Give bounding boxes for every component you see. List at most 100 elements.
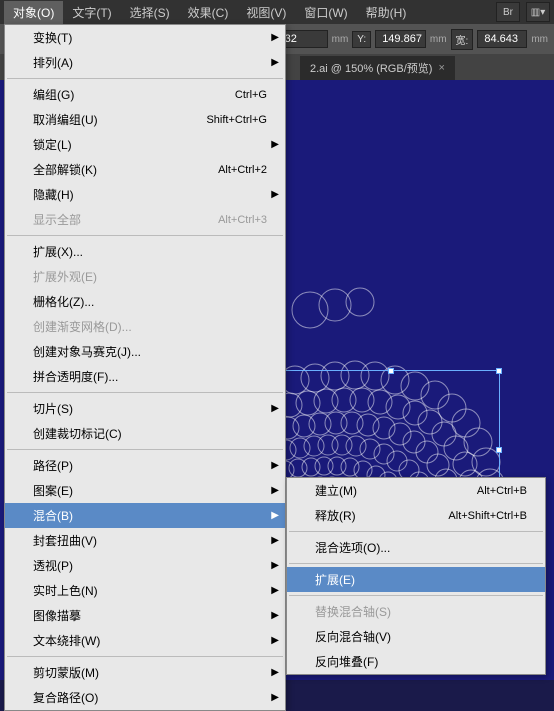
blend-submenu-item-0[interactable]: 建立(M) Alt+Ctrl+B: [287, 478, 545, 503]
chevron-right-icon: ▶: [271, 32, 279, 43]
menu-separator: [7, 78, 283, 79]
menu-item-label: 剪切蒙版(M): [33, 664, 99, 681]
chevron-right-icon: ▶: [271, 585, 279, 596]
bridge-button[interactable]: Br: [496, 2, 520, 22]
y-value[interactable]: 149.867: [375, 30, 426, 48]
chevron-right-icon: ▶: [271, 460, 279, 471]
object-menu-item-3[interactable]: 编组(G) Ctrl+G: [5, 82, 285, 107]
object-menu-item-26[interactable]: 图像描摹▶: [5, 603, 285, 628]
menu-shortcut: Shift+Ctrl+G: [206, 114, 267, 126]
menu-item-label: 取消编组(U): [33, 111, 98, 128]
object-menu-item-17[interactable]: 切片(S)▶: [5, 396, 285, 421]
chevron-right-icon: ▶: [271, 485, 279, 496]
menu-item-label: 创建裁切标记(C): [33, 425, 122, 442]
menu-item-label: 实时上色(N): [33, 582, 98, 599]
object-menu-item-27[interactable]: 文本绕排(W)▶: [5, 628, 285, 653]
menu-item-label: 显示全部: [33, 211, 81, 228]
object-menu-item-18[interactable]: 创建裁切标记(C): [5, 421, 285, 446]
blend-submenu-item-9[interactable]: 反向堆叠(F): [287, 649, 545, 674]
menu-item-label: 创建渐变网格(D)...: [33, 318, 132, 335]
menu-item-label: 拼合透明度(F)...: [33, 368, 118, 385]
chevron-right-icon: ▶: [271, 635, 279, 646]
menu-shortcut: Alt+Ctrl+B: [477, 485, 527, 497]
menu-item-label: 扩展(X)...: [33, 243, 83, 260]
menu-item-label: 锁定(L): [33, 136, 72, 153]
object-menu-item-6[interactable]: 全部解锁(K)Alt+Ctrl+2: [5, 157, 285, 182]
tab-active[interactable]: 2.ai @ 150% (RGB/预览) ×: [300, 56, 455, 80]
menu-item-label: 编组(G): [33, 86, 74, 103]
object-menu-item-11: 扩展外观(E): [5, 264, 285, 289]
object-menu-item-23[interactable]: 封套扭曲(V) ▶: [5, 528, 285, 553]
object-menu-item-7[interactable]: 隐藏(H) ▶: [5, 182, 285, 207]
y-unit: mm: [430, 34, 447, 45]
menu-item-label: 变换(T): [33, 29, 72, 46]
menu-object[interactable]: 对象(O): [4, 1, 63, 24]
chevron-right-icon: ▶: [271, 667, 279, 678]
object-menu-item-10[interactable]: 扩展(X)...: [5, 239, 285, 264]
object-menu-item-15[interactable]: 拼合透明度(F)...: [5, 364, 285, 389]
blend-submenu-item-1[interactable]: 释放(R) Alt+Shift+Ctrl+B: [287, 503, 545, 528]
menu-item-label: 透视(P): [33, 557, 73, 574]
menu-separator: [289, 563, 543, 564]
menu-shortcut: Ctrl+G: [235, 89, 267, 101]
y-label: Y:: [352, 31, 371, 48]
menu-separator: [7, 656, 283, 657]
object-menu-item-5[interactable]: 锁定(L) ▶: [5, 132, 285, 157]
object-menu-item-8: 显示全部 Alt+Ctrl+3: [5, 207, 285, 232]
menu-shortcut: Alt+Ctrl+2: [218, 164, 267, 176]
blend-submenu: 建立(M) Alt+Ctrl+B 释放(R) Alt+Shift+Ctrl+B 混合选项…: [286, 477, 546, 675]
menu-shortcut: Alt+Shift+Ctrl+B: [448, 510, 527, 522]
x-unit: mm: [332, 34, 349, 45]
chevron-right-icon: ▶: [271, 403, 279, 414]
blend-submenu-item-5[interactable]: 扩展(E): [287, 567, 545, 592]
menu-item-label: 创建对象马赛克(J)...: [33, 343, 141, 360]
object-menu-item-29[interactable]: 剪切蒙版(M) ▶: [5, 660, 285, 685]
menu-item-label: 替换混合轴(S): [315, 603, 391, 620]
w-value[interactable]: 84.643: [477, 30, 527, 48]
chevron-right-icon: ▶: [271, 692, 279, 703]
handle-tr[interactable]: [496, 368, 502, 374]
object-menu-item-21[interactable]: 图案(E) ▶: [5, 478, 285, 503]
object-menu-item-1[interactable]: 排列(A) ▶: [5, 50, 285, 75]
object-menu-item-14[interactable]: 创建对象马赛克(J)...: [5, 339, 285, 364]
menu-item-label: 封套扭曲(V): [33, 532, 97, 549]
menu-item-label: 图案(E): [33, 482, 73, 499]
menu-separator: [7, 235, 283, 236]
menu-window[interactable]: 窗口(W): [295, 1, 356, 24]
menu-effect[interactable]: 效果(C): [179, 1, 238, 24]
object-menu-item-30[interactable]: 复合路径(O) ▶: [5, 685, 285, 710]
menu-view[interactable]: 视图(V): [237, 1, 295, 24]
object-menu-item-24[interactable]: 透视(P)▶: [5, 553, 285, 578]
menu-shortcut: Alt+Ctrl+3: [218, 214, 267, 226]
menu-item-label: 释放(R): [315, 507, 356, 524]
handle-mr[interactable]: [496, 447, 502, 453]
menu-item-label: 建立(M): [315, 482, 357, 499]
chevron-right-icon: ▶: [271, 139, 279, 150]
object-menu-item-22[interactable]: 混合(B)▶: [5, 503, 285, 528]
menu-item-label: 复合路径(O): [33, 689, 98, 706]
menu-item-label: 栅格化(Z)...: [33, 293, 94, 310]
chevron-right-icon: ▶: [271, 57, 279, 68]
blend-submenu-item-8[interactable]: 反向混合轴(V): [287, 624, 545, 649]
menu-select[interactable]: 选择(S): [121, 1, 179, 24]
object-menu-item-4[interactable]: 取消编组(U) Shift+Ctrl+G: [5, 107, 285, 132]
blend-submenu-item-7: 替换混合轴(S): [287, 599, 545, 624]
handle-tc[interactable]: [388, 368, 394, 374]
object-menu-item-20[interactable]: 路径(P)▶: [5, 453, 285, 478]
w-label: 宽:: [451, 29, 474, 50]
menu-item-label: 隐藏(H): [33, 186, 74, 203]
chevron-right-icon: ▶: [271, 535, 279, 546]
tab-label: 2.ai @ 150% (RGB/预览): [310, 60, 432, 76]
menu-help[interactable]: 帮助(H): [357, 1, 416, 24]
menu-item-label: 排列(A): [33, 54, 73, 71]
object-menu-item-0[interactable]: 变换(T) ▶: [5, 25, 285, 50]
menu-item-label: 扩展(E): [315, 571, 355, 588]
menu-text[interactable]: 文字(T): [63, 1, 120, 24]
chevron-right-icon: ▶: [271, 189, 279, 200]
object-menu-item-13: 创建渐变网格(D)...: [5, 314, 285, 339]
close-icon[interactable]: ×: [438, 62, 444, 74]
layout-button[interactable]: ▥▾: [526, 2, 550, 22]
object-menu-item-12[interactable]: 栅格化(Z)...: [5, 289, 285, 314]
blend-submenu-item-3[interactable]: 混合选项(O)...: [287, 535, 545, 560]
object-menu-item-25[interactable]: 实时上色(N) ▶: [5, 578, 285, 603]
